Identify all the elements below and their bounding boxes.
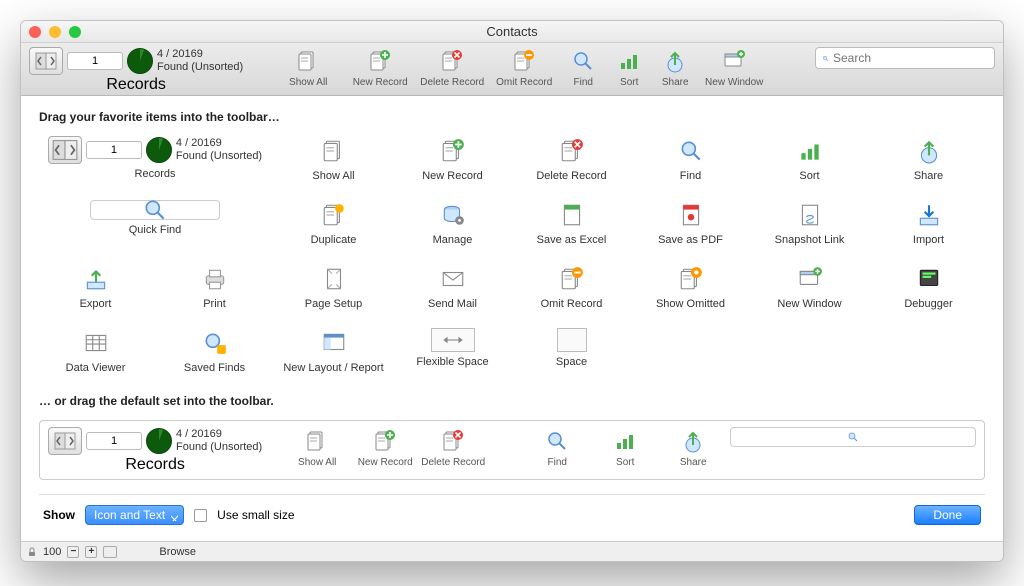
search-field[interactable] <box>815 47 995 69</box>
default-show-all: Show All <box>286 427 348 468</box>
send-mail-item[interactable]: Send Mail <box>396 264 509 310</box>
debugger-item[interactable]: Debugger <box>872 264 985 310</box>
show-all-item[interactable]: Show All <box>277 136 390 182</box>
default-find: Find <box>526 427 588 468</box>
small-size-label: Use small size <box>217 508 294 522</box>
record-nav-book[interactable] <box>29 47 63 75</box>
default-heading: … or drag the default set into the toolb… <box>39 394 985 408</box>
new-window-button[interactable]: New Window <box>701 47 767 88</box>
zoom-out-button[interactable]: − <box>67 546 79 558</box>
print-item[interactable]: Print <box>158 264 271 310</box>
pie-icon <box>146 137 172 163</box>
record-nav-book-icon <box>48 427 82 455</box>
share-button[interactable]: Share <box>655 47 695 88</box>
manage-item[interactable]: Manage <box>396 200 509 246</box>
quick-find-item[interactable]: Quick Find <box>39 200 271 246</box>
show-omitted-item[interactable]: Show Omitted <box>634 264 747 310</box>
show-mode-select[interactable]: Icon and Text <box>85 505 184 525</box>
import-item[interactable]: Import <box>872 200 985 246</box>
default-search <box>730 427 976 447</box>
zoom-in-button[interactable]: + <box>85 546 97 558</box>
export-item[interactable]: Export <box>39 264 152 310</box>
new-window-item[interactable]: New Window <box>753 264 866 310</box>
items-grid: 4 / 20169Found (Unsorted) Records Show A… <box>39 136 985 374</box>
favorites-heading: Drag your favorite items into the toolba… <box>39 110 985 124</box>
page-setup-item[interactable]: Page Setup <box>277 264 390 310</box>
found-pie-icon[interactable] <box>127 48 153 74</box>
done-button[interactable]: Done <box>914 505 981 525</box>
pie-icon <box>146 428 172 454</box>
default-new-record: New Record <box>354 427 416 468</box>
data-viewer-item[interactable]: Data Viewer <box>39 328 152 374</box>
search-icon <box>142 197 168 223</box>
mode-label: Browse <box>159 546 196 558</box>
lock-icon <box>27 547 37 557</box>
records-item-input[interactable] <box>86 141 142 159</box>
bottom-bar: Show Icon and Text Use small size Done <box>39 494 985 529</box>
find-item[interactable]: Find <box>634 136 747 182</box>
record-nav-book-icon <box>48 136 82 164</box>
new-layout-item[interactable]: New Layout / Report <box>277 328 390 374</box>
search-input[interactable] <box>833 51 988 65</box>
records-item[interactable]: 4 / 20169Found (Unsorted) Records <box>39 136 271 182</box>
default-delete-record: Delete Record <box>422 427 484 468</box>
show-label: Show <box>43 508 75 522</box>
delete-record-item[interactable]: Delete Record <box>515 136 628 182</box>
view-mode-icon[interactable] <box>103 546 117 558</box>
find-button[interactable]: Find <box>563 47 603 88</box>
new-record-item[interactable]: New Record <box>396 136 509 182</box>
records-label: Records <box>106 77 166 93</box>
current-record-input[interactable] <box>67 52 123 70</box>
main-toolbar: 4 / 20169 Found (Unsorted) Records Show … <box>21 43 1003 96</box>
duplicate-item[interactable]: Duplicate <box>277 200 390 246</box>
default-sort: Sort <box>594 427 656 468</box>
search-icon <box>822 52 829 65</box>
zoom-level[interactable]: 100 <box>43 546 61 558</box>
show-all-button[interactable]: Show All <box>275 47 341 88</box>
space-item[interactable]: Space <box>515 328 628 374</box>
flexible-space-item[interactable]: Flexible Space <box>396 328 509 374</box>
new-record-button[interactable]: New Record <box>347 47 413 88</box>
default-toolbar-set[interactable]: 4 / 20169Found (Unsorted) Records Show A… <box>39 420 985 480</box>
share-item[interactable]: Share <box>872 136 985 182</box>
sort-item[interactable]: Sort <box>753 136 866 182</box>
default-share: Share <box>662 427 724 468</box>
delete-record-button[interactable]: Delete Record <box>419 47 485 88</box>
save-pdf-item[interactable]: Save as PDF <box>634 200 747 246</box>
customize-panel: Drag your favorite items into the toolba… <box>21 96 1003 541</box>
omit-record-item[interactable]: Omit Record <box>515 264 628 310</box>
omit-record-button[interactable]: Omit Record <box>491 47 557 88</box>
window-title: Contacts <box>21 24 1003 39</box>
records-count-text: 4 / 20169 Found (Unsorted) <box>157 48 243 74</box>
snapshot-item[interactable]: Snapshot Link <box>753 200 866 246</box>
status-bar: 100 − + Browse <box>21 541 1003 561</box>
search-icon <box>847 431 859 443</box>
save-excel-item[interactable]: Save as Excel <box>515 200 628 246</box>
window: Contacts 4 / 20169 Found (Unsorted) Reco… <box>20 20 1004 562</box>
saved-finds-item[interactable]: Saved Finds <box>158 328 271 374</box>
titlebar: Contacts <box>21 21 1003 43</box>
small-size-checkbox[interactable] <box>194 509 207 522</box>
sort-button[interactable]: Sort <box>609 47 649 88</box>
records-navigator: 4 / 20169 Found (Unsorted) Records <box>29 47 243 93</box>
